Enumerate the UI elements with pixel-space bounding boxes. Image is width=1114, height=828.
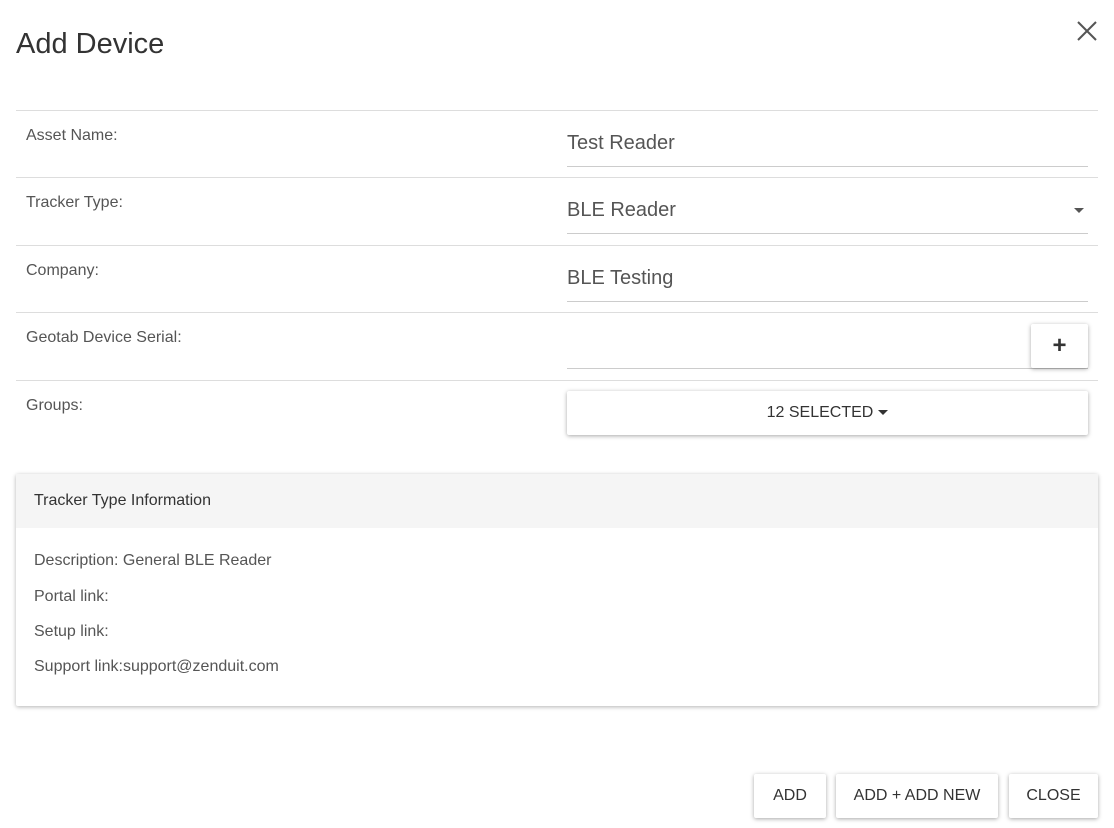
tracker-type-info-panel: Tracker Type Information Description: Ge… [16,474,1098,706]
device-form: Asset Name: Test Reader Tracker Type: BL… [16,110,1098,447]
company-value: BLE Testing [567,267,674,289]
close-button[interactable]: CLOSE [1009,774,1098,818]
asset-name-row: Asset Name: Test Reader [16,111,1098,178]
company-row: Company: BLE Testing [16,246,1098,313]
company-input[interactable]: BLE Testing [567,257,1088,302]
asset-name-input[interactable]: Test Reader [567,122,1088,167]
add-and-new-button[interactable]: ADD + ADD NEW [836,774,998,818]
info-setup-link: Setup link: [34,623,109,640]
asset-name-value: Test Reader [567,132,675,154]
info-support-link: Support link:support@zenduit.com [34,658,279,675]
tracker-type-row: Tracker Type: BLE Reader [16,178,1098,246]
info-portal-link: Portal link: [34,588,109,605]
tracker-type-select[interactable]: BLE Reader [567,189,1088,234]
plus-icon: + [1052,332,1067,359]
groups-dropdown-button[interactable]: 12 SELECTED [567,391,1088,435]
info-description: Description: General BLE Reader [34,552,272,569]
info-panel-header: Tracker Type Information [16,474,1098,528]
groups-label: Groups: [26,397,83,414]
geotab-serial-row: Geotab Device Serial: + [16,313,1098,381]
caret-down-icon [1074,208,1084,213]
add-device-dialog: Add Device Asset Name: Test Reader Track… [0,0,1114,828]
geotab-serial-label: Geotab Device Serial: [26,329,182,346]
asset-name-label: Asset Name: [26,127,118,144]
tracker-type-label: Tracker Type: [26,194,123,211]
company-label: Company: [26,262,99,279]
dialog-title: Add Device [16,28,165,60]
tracker-type-value: BLE Reader [567,199,676,221]
close-icon[interactable] [1074,18,1100,44]
groups-row: Groups: 12 SELECTED [16,381,1098,447]
add-serial-button[interactable]: + [1031,324,1088,368]
caret-down-icon [878,410,889,416]
groups-selected-count: 12 SELECTED [766,404,874,421]
info-panel-title: Tracker Type Information [34,492,211,509]
add-button[interactable]: ADD [754,774,826,818]
geotab-serial-input[interactable] [567,324,1088,369]
